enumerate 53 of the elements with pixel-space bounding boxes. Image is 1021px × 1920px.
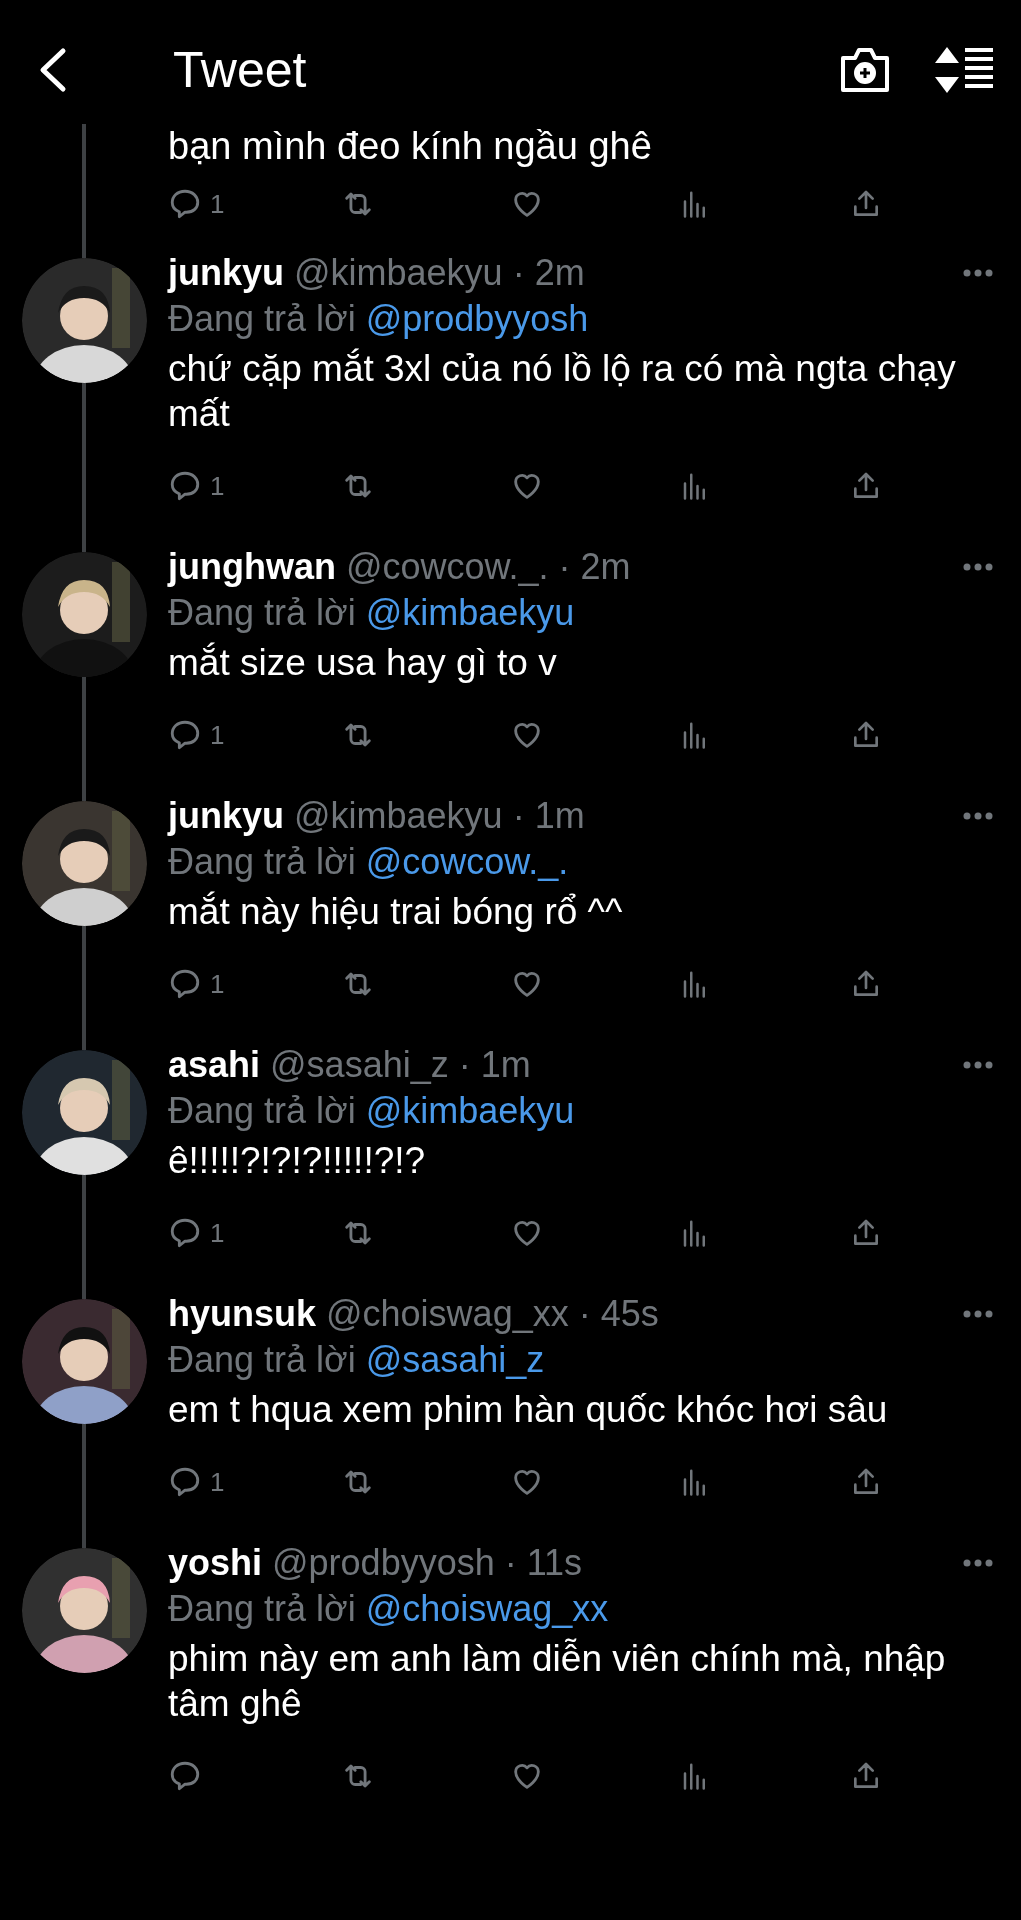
user-handle-time: @kimbaekyu · 1m xyxy=(294,794,585,838)
more-icon[interactable] xyxy=(963,269,993,277)
user-name[interactable]: junkyu xyxy=(168,246,284,300)
user-name[interactable]: yoshi xyxy=(168,1536,263,1590)
comment-icon[interactable] xyxy=(168,1465,202,1499)
mention-link[interactable]: @choiswag_xx xyxy=(365,1582,609,1636)
tweet-text: mắt này hiệu trai bóng rổ ^^ xyxy=(168,890,624,934)
tweet-text: chứ cặp mắt 3xl của nó lồ lộ ra có mà ngta chạy mất xyxy=(168,347,957,436)
mention-link[interactable]: @kimbaekyu xyxy=(365,1084,575,1138)
tweet-text: em t hqua xem phim hàn quốc khóc hơi sâu xyxy=(168,1388,889,1432)
reply-count: 1 xyxy=(210,718,225,752)
user-handle-time: @sasahi_z · 1m xyxy=(270,1043,531,1087)
replying-label: Đang trả lời xyxy=(168,840,356,884)
more-icon[interactable] xyxy=(963,812,993,820)
user-handle-time: @cowcow._. · 2m xyxy=(346,545,631,589)
reply-count: 1 xyxy=(210,967,225,1001)
reply-count: 1 xyxy=(210,187,225,221)
more-icon[interactable] xyxy=(963,1061,993,1069)
tweet-text: phim này em anh làm diễn viên chính mà, nhập tâm ghê xyxy=(168,1637,947,1726)
tweet-text: ê!!!!!?!?!?!!!!!?!? xyxy=(168,1139,427,1183)
replying-label: Đang trả lời xyxy=(168,591,356,635)
comment-icon[interactable] xyxy=(168,469,202,503)
tweet-text: bạn mình đeo kính ngầu ghê xyxy=(168,124,653,168)
more-icon[interactable] xyxy=(963,1310,993,1318)
reply-count: 1 xyxy=(210,1216,225,1250)
mention-link[interactable]: @sasahi_z xyxy=(365,1333,545,1387)
more-icon[interactable] xyxy=(963,1559,993,1567)
replying-label: Đang trả lời xyxy=(168,1338,356,1382)
comment-icon[interactable] xyxy=(168,967,202,1001)
mention-link[interactable]: @kimbaekyu xyxy=(365,586,575,640)
more-icon[interactable] xyxy=(963,563,993,571)
mention-link[interactable]: @cowcow._. xyxy=(365,835,569,889)
replying-label: Đang trả lời xyxy=(168,1089,356,1133)
tweet-text: mắt size usa hay gì to v xyxy=(168,641,558,685)
sort-icon[interactable] xyxy=(935,47,993,93)
comment-icon[interactable] xyxy=(168,718,202,752)
reply-count: 1 xyxy=(210,469,225,503)
user-name[interactable]: asahi xyxy=(168,1038,261,1092)
mention-link[interactable]: @prodbyyosh xyxy=(365,292,589,346)
user-handle-time: @choiswag_xx · 45s xyxy=(326,1292,659,1336)
user-name[interactable]: hyunsuk xyxy=(168,1287,317,1341)
comment-icon[interactable] xyxy=(168,187,202,221)
user-name[interactable]: junghwan xyxy=(168,540,336,594)
page-title: Tweet xyxy=(173,40,307,100)
user-handle-time: @prodbyyosh · 11s xyxy=(272,1541,583,1585)
user-name[interactable]: junkyu xyxy=(168,789,284,843)
comment-icon[interactable] xyxy=(168,1216,202,1250)
comment-icon[interactable] xyxy=(168,1759,202,1793)
reply-count: 1 xyxy=(210,1465,225,1499)
replying-label: Đang trả lời xyxy=(168,297,356,341)
replying-label: Đang trả lời xyxy=(168,1587,356,1631)
camera-add-icon[interactable] xyxy=(839,46,891,94)
user-handle-time: @kimbaekyu · 2m xyxy=(294,251,585,295)
